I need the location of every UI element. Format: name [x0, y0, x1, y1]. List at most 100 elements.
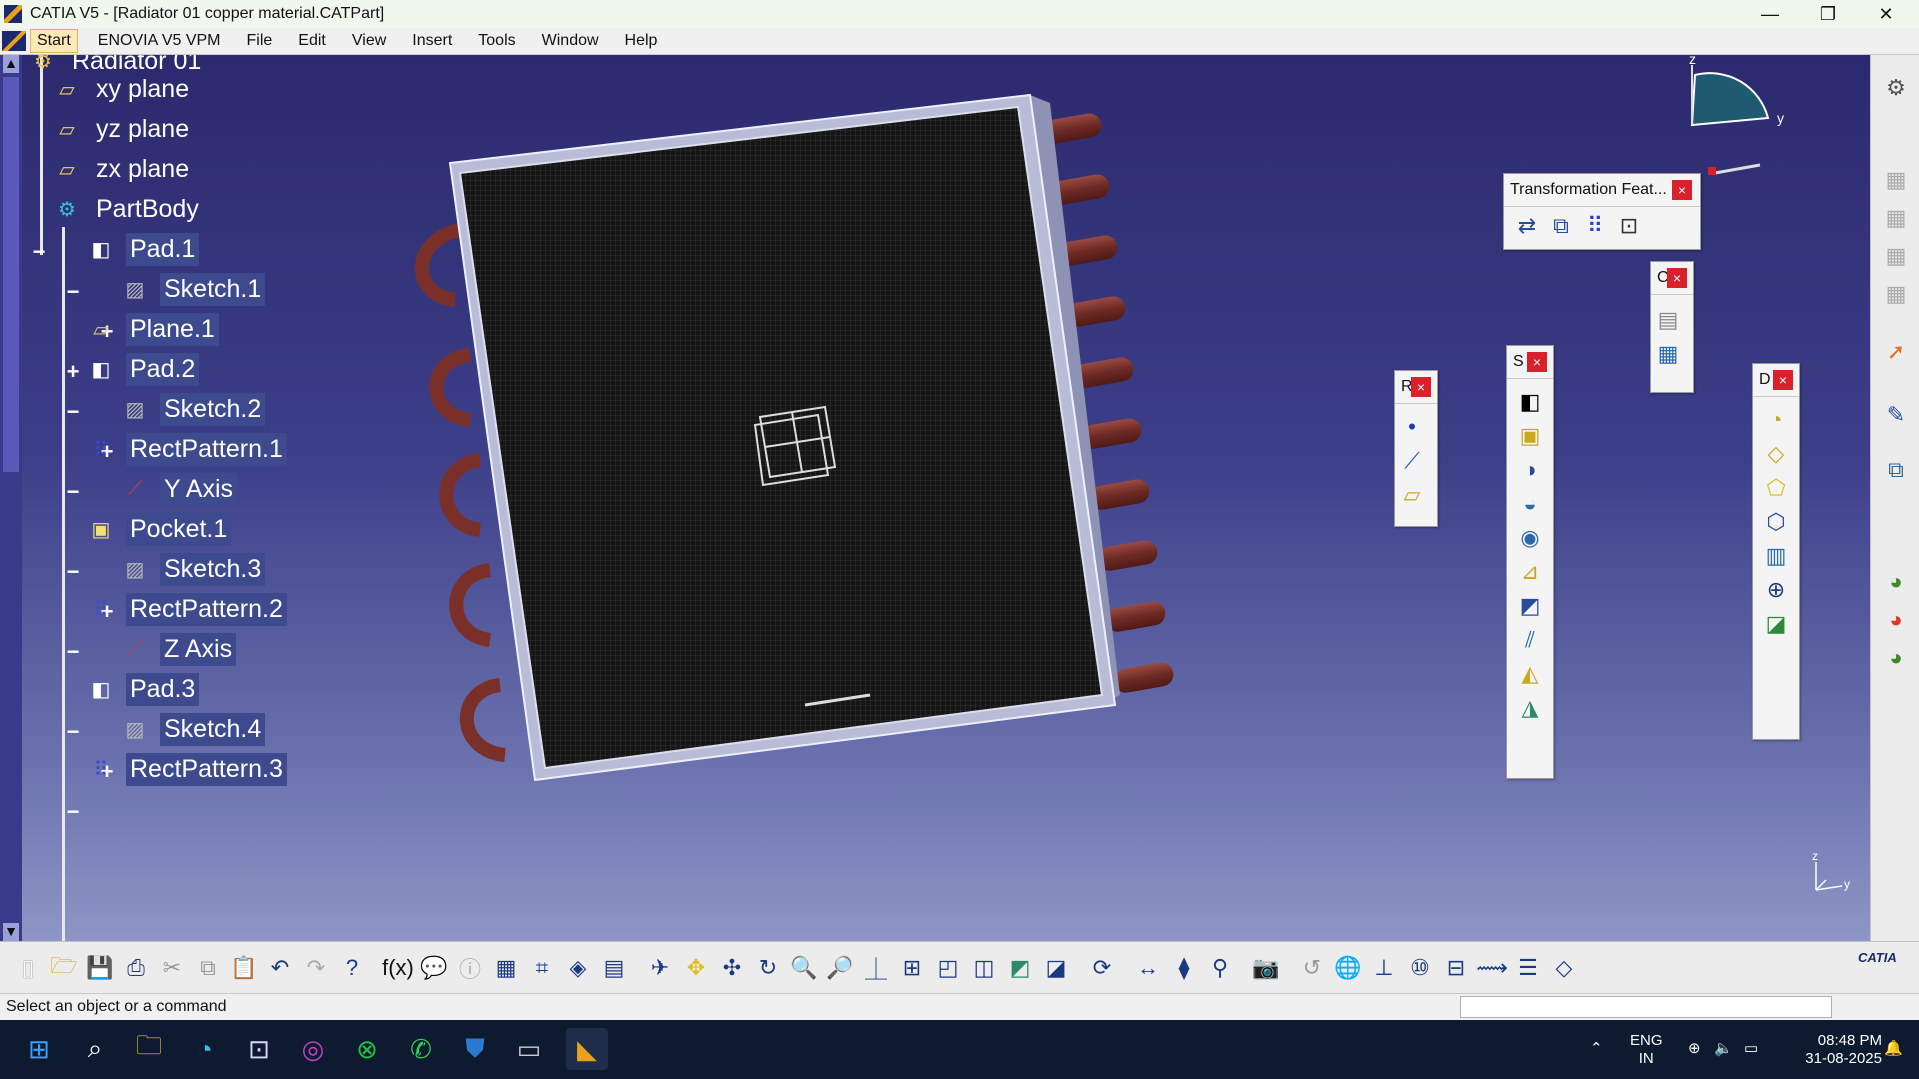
tree-node-pocket-1[interactable]: ▣ Pocket.1	[84, 509, 232, 549]
tree-node-sketch-3[interactable]: ▨ Sketch.3	[118, 549, 266, 589]
scroll-up-arrow[interactable]: ▲	[3, 55, 19, 73]
catia-logo-icon[interactable]	[2, 31, 26, 51]
select-cursor-icon[interactable]: ➚	[1881, 337, 1911, 367]
sketch-based-features-toolbar[interactable]: S × ◧ ▣ ◑ ◒ ◉ ⊿ ◩ ⫽ ◭ ◮	[1506, 345, 1554, 779]
snap-icon[interactable]: ⊟	[1438, 950, 1474, 986]
thread-icon[interactable]: ⊕	[1759, 573, 1793, 607]
tree-node-pad-1[interactable]: ◧ Pad.1	[84, 229, 200, 269]
plane-icon[interactable]: ▱	[1395, 478, 1429, 512]
assembly-icon[interactable]: ▦	[1881, 203, 1911, 233]
network-icon[interactable]: ⊕	[1688, 1040, 1701, 1058]
paste-icon[interactable]: 📋	[226, 950, 262, 986]
menu-view[interactable]: View	[346, 30, 392, 52]
gear-icon[interactable]: ⚙	[1881, 73, 1911, 103]
zoom-out-icon[interactable]: 🔎	[822, 950, 858, 986]
tree-node-xy-plane[interactable]: ▱ xy plane	[50, 69, 193, 109]
collapse-rectpattern3-icon[interactable]: −	[64, 801, 82, 823]
menu-insert[interactable]: Insert	[406, 30, 458, 52]
battery-icon[interactable]: ▭	[1744, 1040, 1758, 1058]
close-c-toolbar-icon[interactable]: ×	[1667, 268, 1687, 288]
knowledge-icon[interactable]: 💬	[416, 950, 452, 986]
removed-multi-section-icon[interactable]: ◮	[1513, 691, 1547, 725]
tree-node-z-axis[interactable]: ⟋ Z Axis	[118, 629, 237, 669]
menu-help[interactable]: Help	[619, 30, 664, 52]
scroll-thumb[interactable]	[3, 77, 19, 472]
formula-icon[interactable]: f(x)	[380, 950, 416, 986]
tree-node-rectpattern-2[interactable]: ⠿ RectPattern.2	[84, 589, 287, 629]
point-icon[interactable]: •	[1395, 410, 1429, 444]
expand-plane1-icon[interactable]: +	[64, 361, 82, 383]
mirror-icon[interactable]: ⧉	[1544, 209, 1578, 243]
minimize-button[interactable]: —	[1741, 0, 1799, 28]
notifications-icon[interactable]: 🔔	[1884, 1040, 1903, 1058]
tree-node-yz-plane[interactable]: ▱ yz plane	[50, 109, 193, 149]
save-icon[interactable]: 💾	[82, 950, 118, 986]
measure-item-icon[interactable]: ⧫	[1166, 950, 1202, 986]
copy-icon[interactable]: ⧉	[190, 950, 226, 986]
whatsapp-icon[interactable]: ✆	[400, 1028, 442, 1070]
close-d-toolbar-icon[interactable]: ×	[1773, 370, 1793, 390]
menu-window[interactable]: Window	[536, 30, 605, 52]
fit-all-icon[interactable]: ✥	[678, 950, 714, 986]
rib-icon[interactable]: ⊿	[1513, 555, 1547, 589]
print-icon[interactable]: ⎙	[118, 950, 154, 986]
multi-view-icon[interactable]: ⊞	[894, 950, 930, 986]
normal-view-icon[interactable]: ⏊	[858, 950, 894, 986]
clock[interactable]: 08:48 PM 31-08-2025	[1782, 1032, 1882, 1068]
catalog-icon[interactable]: ◈	[560, 950, 596, 986]
slot-icon[interactable]: ◩	[1513, 589, 1547, 623]
hide-show-icon[interactable]: ◩	[1002, 950, 1038, 986]
reframe-icon[interactable]: ↺	[1294, 950, 1330, 986]
instagram-icon[interactable]: ◎	[292, 1028, 334, 1070]
pocket-icon[interactable]: ▣	[1513, 419, 1547, 453]
update-icon[interactable]: ⟳	[1084, 950, 1120, 986]
menu-enovia[interactable]: ENOVIA V5 VPM	[92, 30, 227, 52]
measure-inertia-icon[interactable]: ⚲	[1202, 950, 1238, 986]
new-icon[interactable]: ▯	[10, 950, 46, 986]
close-transformation-toolbar-icon[interactable]: ×	[1672, 180, 1692, 200]
tree-node-sketch-2[interactable]: ▨ Sketch.2	[118, 389, 266, 429]
language-indicator[interactable]: ENG IN	[1630, 1032, 1663, 1068]
shading-icon[interactable]: ◫	[966, 950, 1002, 986]
tree-node-sketch-1[interactable]: ▨ Sketch.1	[118, 269, 266, 309]
tree-node-sketch-4[interactable]: ▨ Sketch.4	[118, 709, 266, 749]
measure-between-icon[interactable]: ↔	[1130, 950, 1166, 986]
volume-icon[interactable]: 🔈	[1714, 1040, 1733, 1058]
exit-workbench-icon[interactable]: ⧉	[1881, 455, 1911, 485]
c-toolbar[interactable]: C × ▤ ▦	[1650, 261, 1694, 393]
menu-edit[interactable]: Edit	[292, 30, 332, 52]
analysis-icon[interactable]: ▤	[1651, 303, 1685, 337]
chamfer-icon[interactable]: ◇	[1759, 437, 1793, 471]
boolean-add-icon[interactable]: ◕	[1881, 567, 1911, 597]
component-icon[interactable]: ▦	[1881, 241, 1911, 271]
translation-icon[interactable]: ⇄	[1510, 209, 1544, 243]
part-icon[interactable]: ▦	[1881, 279, 1911, 309]
capture-icon[interactable]: 📷	[1248, 950, 1284, 986]
search-icon[interactable]: ⌕	[74, 1028, 116, 1070]
open-icon[interactable]: 🗁	[46, 950, 82, 986]
file-explorer-icon[interactable]: 🗀	[128, 1028, 170, 1070]
scroll-down-arrow[interactable]: ▼	[3, 923, 19, 941]
tree-node-partbody[interactable]: ⚙ PartBody	[50, 189, 203, 229]
shell-icon[interactable]: ⬡	[1759, 505, 1793, 539]
menu-tools[interactable]: Tools	[472, 30, 521, 52]
shaft-icon[interactable]: ◑	[1513, 453, 1547, 487]
close-button[interactable]: ✕	[1857, 0, 1915, 28]
multi-section-solid-icon[interactable]: ◭	[1513, 657, 1547, 691]
fly-mode-icon[interactable]: ✈	[642, 950, 678, 986]
pad-icon[interactable]: ◧	[1513, 385, 1547, 419]
xbox-icon[interactable]: ⊗	[346, 1028, 388, 1070]
tray-chevron-icon[interactable]: ⌃	[1590, 1040, 1603, 1058]
3d-viewport[interactable]: ▲ ▼ ⚙ Radiator 01 ▱ xy plane ▱ yz plane …	[0, 55, 1870, 941]
swap-visible-space-icon[interactable]: ◪	[1038, 950, 1074, 986]
render-icon[interactable]: ◇	[1546, 950, 1582, 986]
sketch-tools-icon[interactable]: ⟿	[1474, 950, 1510, 986]
zoom-in-icon[interactable]: 🔍	[786, 950, 822, 986]
thickness-icon[interactable]: ▥	[1759, 539, 1793, 573]
whats-this-icon[interactable]: ?	[334, 950, 370, 986]
menu-start[interactable]: Start	[30, 29, 78, 53]
collapse-pad3-icon[interactable]: −	[64, 721, 82, 743]
collapse-rectpattern1-icon[interactable]: −	[64, 481, 82, 503]
tree-node-rectpattern-3[interactable]: ⠿ RectPattern.3	[84, 749, 287, 789]
tree-node-rectpattern-1[interactable]: ⠿ RectPattern.1	[84, 429, 287, 469]
